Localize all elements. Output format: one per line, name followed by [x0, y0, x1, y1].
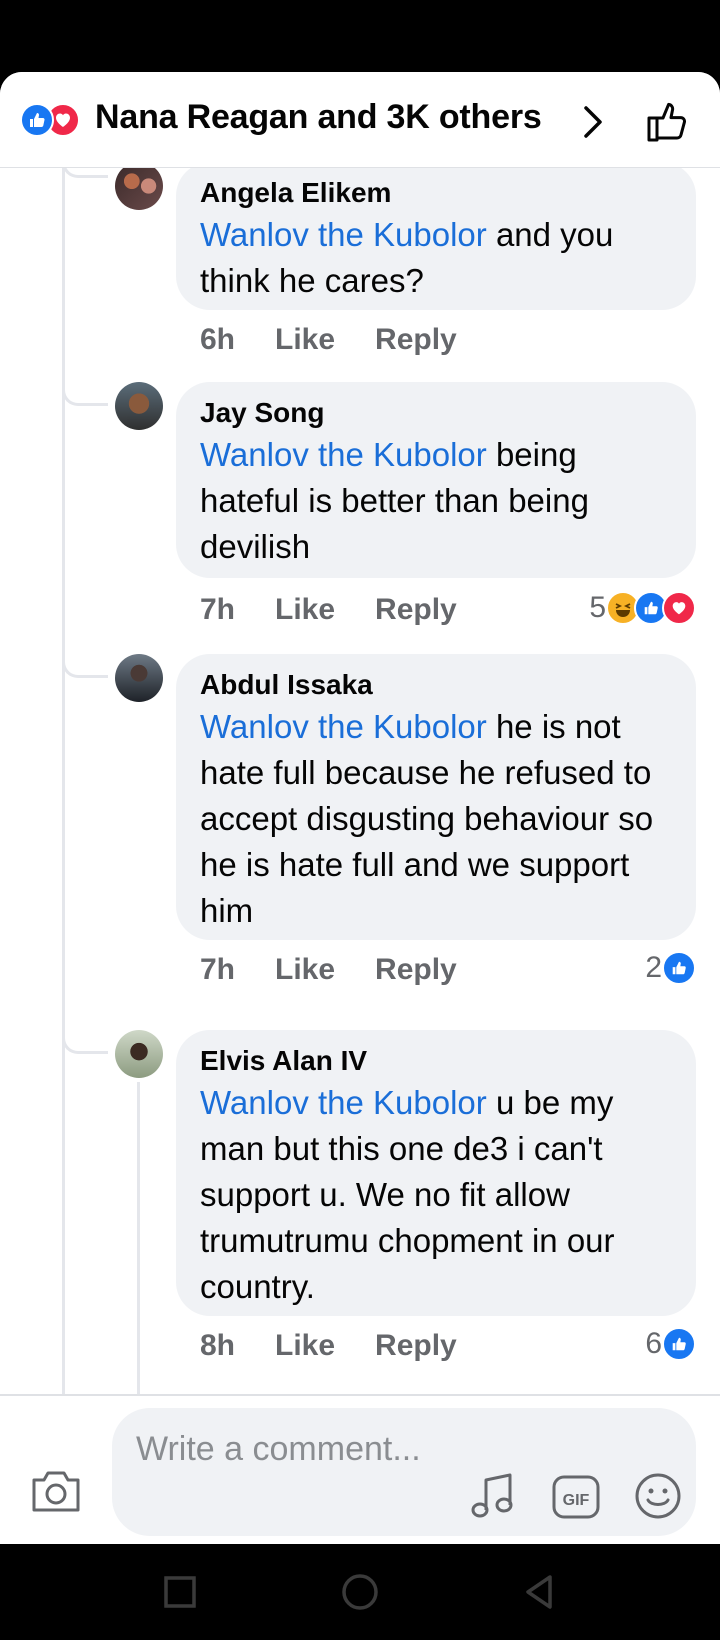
comment-bubble[interactable]: Angela Elikem Wanlov the Kubolor and you… — [176, 162, 696, 310]
comment-input-placeholder: Write a comment... — [136, 1430, 421, 1468]
system-navigation-bar — [0, 1544, 720, 1640]
emoji-icon[interactable] — [634, 1472, 682, 1520]
thread-connector — [62, 382, 108, 406]
thread-line — [62, 168, 65, 1468]
comment-time: 7h — [200, 593, 236, 626]
comment-time: 7h — [200, 953, 236, 986]
avatar[interactable] — [115, 162, 163, 210]
comment-actions: 7h Like Reply — [200, 950, 457, 990]
like-icon — [662, 951, 696, 985]
like-icon — [662, 1327, 696, 1361]
comment-bubble[interactable]: Abdul Issaka Wanlov the Kubolor he is no… — [176, 654, 696, 940]
comment-bubble[interactable]: Jay Song Wanlov the Kubolor being hatefu… — [176, 382, 696, 578]
comment-bubble[interactable]: Elvis Alan IV Wanlov the Kubolor u be my… — [176, 1030, 696, 1316]
thread-connector — [62, 654, 108, 678]
comment-input[interactable]: Write a comment... GIF — [112, 1408, 696, 1536]
reaction-count[interactable]: 2 — [645, 948, 696, 988]
comments-sheet: Nana Reagan and 3K others Angela Elikem … — [0, 72, 720, 1544]
thread-connector — [62, 1030, 108, 1054]
reply-button[interactable]: Reply — [375, 323, 457, 357]
reactions-header[interactable]: Nana Reagan and 3K others — [0, 72, 720, 168]
svg-text:GIF: GIF — [563, 1492, 590, 1509]
like-icon — [20, 103, 54, 137]
comment-author[interactable]: Elvis Alan IV — [200, 1042, 672, 1080]
comment-actions: 7h Like Reply — [200, 590, 457, 630]
gif-icon[interactable]: GIF — [552, 1474, 600, 1520]
comment-text: Wanlov the Kubolor he is not hate full b… — [200, 708, 654, 929]
comment-text: Wanlov the Kubolor u be my man but this … — [200, 1084, 615, 1305]
reply-button[interactable]: Reply — [375, 953, 457, 987]
mention-link[interactable]: Wanlov the Kubolor — [200, 708, 487, 745]
mention-link[interactable]: Wanlov the Kubolor — [200, 216, 487, 253]
header-reaction-icons — [20, 100, 80, 140]
like-button[interactable]: Like — [275, 323, 335, 357]
comment-actions: 6h Like Reply — [200, 320, 457, 360]
camera-icon[interactable] — [30, 1468, 82, 1514]
avatar[interactable] — [115, 654, 163, 702]
comment-time: 8h — [200, 1329, 236, 1362]
like-button[interactable]: Like — [275, 593, 335, 627]
comment-time: 6h — [200, 323, 236, 356]
comment-author[interactable]: Angela Elikem — [200, 174, 672, 212]
reacts-summary-text[interactable]: Nana Reagan and 3K others — [95, 98, 542, 137]
reaction-count[interactable]: 5 — [589, 588, 696, 628]
like-button[interactable]: Like — [275, 1329, 335, 1363]
back-triangle-icon[interactable] — [520, 1572, 560, 1612]
love-icon — [662, 591, 696, 625]
chevron-right-icon[interactable] — [578, 102, 606, 142]
reply-button[interactable]: Reply — [375, 593, 457, 627]
avatar[interactable] — [115, 1030, 163, 1078]
home-circle-icon[interactable] — [340, 1572, 380, 1612]
reaction-count[interactable]: 6 — [645, 1324, 696, 1364]
like-button[interactable]: Like — [275, 953, 335, 987]
recents-square-icon[interactable] — [160, 1572, 200, 1612]
comment-actions: 8h Like Reply — [200, 1326, 457, 1366]
music-note-icon[interactable] — [470, 1472, 516, 1520]
mention-link[interactable]: Wanlov the Kubolor — [200, 436, 487, 473]
reply-button[interactable]: Reply — [375, 1329, 457, 1363]
comment-author[interactable]: Abdul Issaka — [200, 666, 672, 704]
comment-author[interactable]: Jay Song — [200, 394, 672, 432]
avatar[interactable] — [115, 382, 163, 430]
like-post-icon[interactable] — [643, 98, 691, 146]
reply-thread-line — [137, 1082, 140, 1402]
comment-text: Wanlov the Kubolor and you think he care… — [200, 216, 614, 299]
comment-text: Wanlov the Kubolor being hateful is bett… — [200, 436, 589, 565]
comment-composer: Write a comment... GIF — [0, 1394, 720, 1544]
mention-link[interactable]: Wanlov the Kubolor — [200, 1084, 487, 1121]
